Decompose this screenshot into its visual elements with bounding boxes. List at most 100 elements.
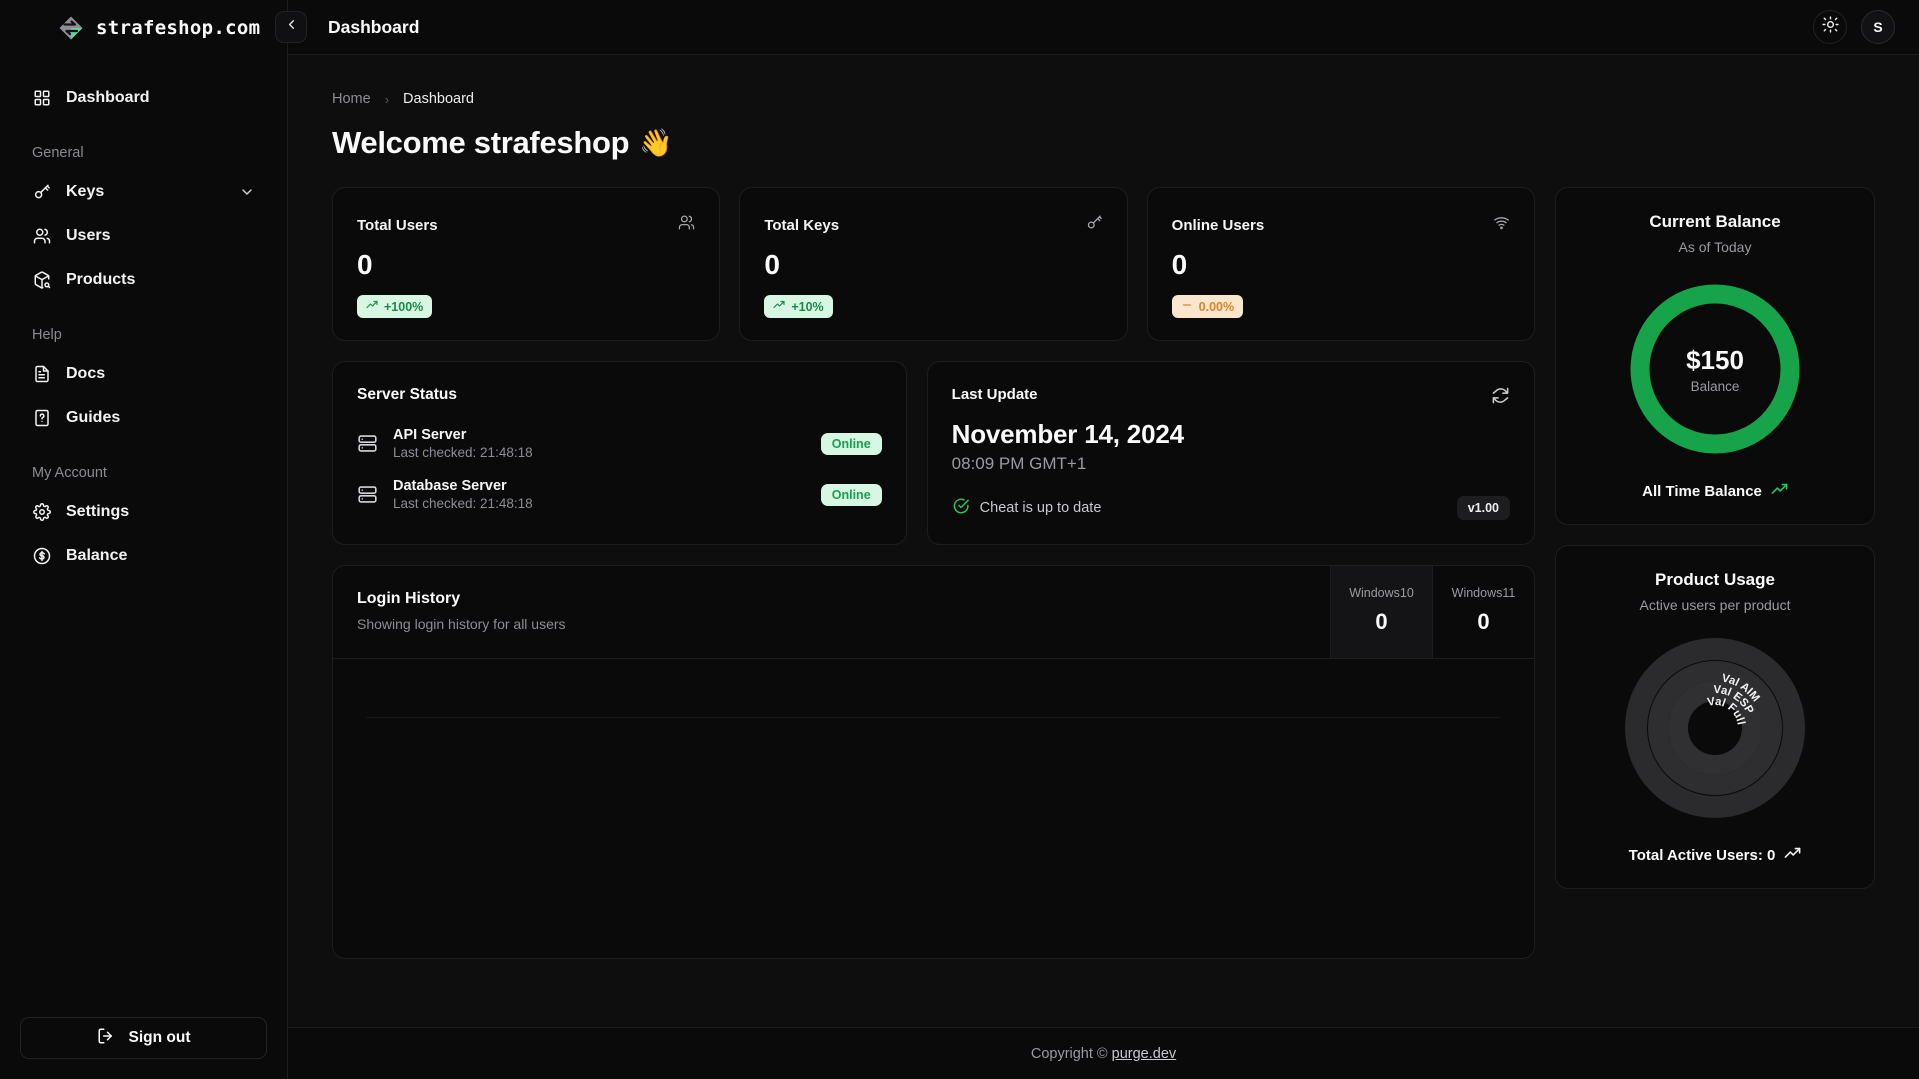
users-icon xyxy=(32,226,52,246)
nav-group-general: Keys Users Products xyxy=(20,171,267,301)
breadcrumb-current: Dashboard xyxy=(403,91,474,107)
status-badge: Online xyxy=(820,483,882,506)
os-value: 0 xyxy=(1375,609,1388,634)
sidebar: strafeshop.com Dashboard General Keys Us… xyxy=(0,0,288,1079)
sidebar-nav: Dashboard General Keys Users Products He… xyxy=(0,55,287,577)
sidebar-item-users[interactable]: Users xyxy=(20,215,267,257)
brand-name: strafeshop.com xyxy=(96,16,261,39)
login-history-header: Login History Showing login history for … xyxy=(333,566,1534,658)
copyright-text: Copyright © xyxy=(1030,1045,1108,1062)
sidebar-item-label: Docs xyxy=(66,365,106,382)
stat-card-total-users: Total Users 0 +100% xyxy=(332,187,721,341)
last-update-header: Last Update xyxy=(952,386,1510,410)
sidebar-item-label: Users xyxy=(66,227,111,244)
last-update-footer: Cheat is up to date v1.00 xyxy=(952,496,1510,520)
total-active-users-row[interactable]: Total Active Users: 0 xyxy=(1576,845,1854,866)
app-root: strafeshop.com Dashboard General Keys Us… xyxy=(0,0,1919,1079)
stat-title: Total Users xyxy=(357,216,438,234)
login-history-table xyxy=(333,658,1534,958)
chevron-down-icon[interactable] xyxy=(239,184,255,200)
card-title: Product Usage xyxy=(1655,570,1775,589)
stat-header: Online Users xyxy=(1172,214,1510,236)
sidebar-item-docs[interactable]: Docs xyxy=(20,353,267,395)
breadcrumb-home[interactable]: Home xyxy=(332,91,371,107)
sidebar-item-keys[interactable]: Keys xyxy=(20,171,267,213)
server-row: API Server Last checked: 21:48:18 Online xyxy=(357,418,882,469)
sidebar-item-balance[interactable]: Balance xyxy=(20,535,267,577)
grid-icon xyxy=(32,88,52,108)
topbar-actions: S xyxy=(1813,10,1895,44)
version-badge: v1.00 xyxy=(1456,496,1510,520)
sign-out-button[interactable]: Sign out xyxy=(20,1017,267,1059)
server-row: Database Server Last checked: 21:48:18 O… xyxy=(357,469,882,520)
stat-cards-row: Total Users 0 +100% Total Keys 0 +10% On… xyxy=(332,187,1535,341)
file-question-icon xyxy=(32,408,52,428)
sidebar-section-help-title: Help xyxy=(32,327,62,343)
server-icon xyxy=(357,484,379,506)
os-label: Windows11 xyxy=(1451,586,1516,600)
page-footer: Copyright © purge.dev xyxy=(288,1027,1919,1079)
file-text-icon xyxy=(32,364,52,384)
welcome-heading: Welcome strafeshop 👋 xyxy=(332,125,1875,161)
last-update-time: 08:09 PM GMT+1 xyxy=(951,454,1087,473)
nav-group-primary: Dashboard xyxy=(20,77,267,119)
server-name: API Server xyxy=(393,427,467,443)
users-icon xyxy=(678,214,695,236)
login-history-titles: Login History Showing login history for … xyxy=(333,566,1330,658)
refresh-icon[interactable] xyxy=(1491,386,1510,410)
purge-dev-link[interactable]: purge.dev xyxy=(1112,1046,1177,1062)
waving-hand-icon: 👋 xyxy=(639,128,673,158)
left-column: Total Users 0 +100% Total Keys 0 +10% On… xyxy=(332,187,1535,959)
badge-label: 0.00% xyxy=(1198,299,1235,314)
card-title: Server Status xyxy=(357,386,457,403)
trend-up-icon xyxy=(1771,481,1788,502)
server-name: Database Server xyxy=(393,478,507,494)
badge-label: +100% xyxy=(384,299,424,314)
diamond-arrow-logo-icon xyxy=(58,15,84,41)
balance-center: $150 Balance xyxy=(1627,281,1803,457)
os-stat-windows11[interactable]: Windows11 0 xyxy=(1432,566,1534,658)
server-icon xyxy=(357,433,379,455)
badge-label: +10% xyxy=(791,299,824,314)
stat-value: 0 xyxy=(357,249,373,280)
os-stat-windows10[interactable]: Windows10 0 xyxy=(1330,566,1432,658)
sidebar-item-dashboard[interactable]: Dashboard xyxy=(20,77,267,119)
current-balance-card: Current Balance As of Today $150 Balance xyxy=(1555,187,1875,525)
welcome-text: Welcome strafeshop xyxy=(332,125,630,160)
sidebar-item-guides[interactable]: Guides xyxy=(20,397,267,439)
key-icon xyxy=(1086,214,1103,236)
status-badge: +10% xyxy=(764,295,833,318)
nav-group-account: Settings Balance xyxy=(20,491,267,577)
stat-header: Total Users xyxy=(357,214,695,236)
status-badge: +100% xyxy=(357,295,433,318)
sun-icon xyxy=(1821,16,1839,38)
stat-title: Online Users xyxy=(1171,216,1265,234)
sidebar-collapse-button[interactable] xyxy=(275,11,307,43)
sidebar-item-label: Settings xyxy=(66,503,130,520)
all-time-balance-row[interactable]: All Time Balance xyxy=(1576,481,1854,502)
server-status-card: Server Status API Server Last checked: 2… xyxy=(332,361,907,545)
key-icon xyxy=(32,182,52,202)
logout-icon xyxy=(97,1027,115,1050)
stat-value: 0 xyxy=(764,249,780,280)
product-usage-chart: Val AIM Val ESP Val Full xyxy=(1576,633,1854,823)
avatar[interactable]: S xyxy=(1861,10,1895,44)
all-time-balance-label: All Time Balance xyxy=(1642,483,1762,500)
product-usage-card: Product Usage Active users per product V… xyxy=(1555,545,1875,889)
status-badge: 0.00% xyxy=(1171,295,1244,318)
sidebar-item-settings[interactable]: Settings xyxy=(20,491,267,533)
dollar-circle-icon xyxy=(32,546,52,566)
card-title: Last Update xyxy=(951,386,1038,403)
topbar: Dashboard S xyxy=(275,0,1919,55)
middle-row: Server Status API Server Last checked: 2… xyxy=(332,361,1535,545)
balance-amount: $150 xyxy=(1686,344,1744,375)
sidebar-item-label: Keys xyxy=(66,183,105,200)
brand[interactable]: strafeshop.com xyxy=(0,0,287,55)
update-status-text: Cheat is up to date xyxy=(979,500,1102,516)
last-update-card: Last Update November 14, 2024 08:09 PM G… xyxy=(926,361,1535,545)
card-subtitle: As of Today xyxy=(1678,239,1752,255)
gear-icon xyxy=(32,502,52,522)
os-value: 0 xyxy=(1477,609,1490,634)
sidebar-item-products[interactable]: Products xyxy=(20,259,267,301)
theme-toggle-button[interactable] xyxy=(1813,10,1847,44)
